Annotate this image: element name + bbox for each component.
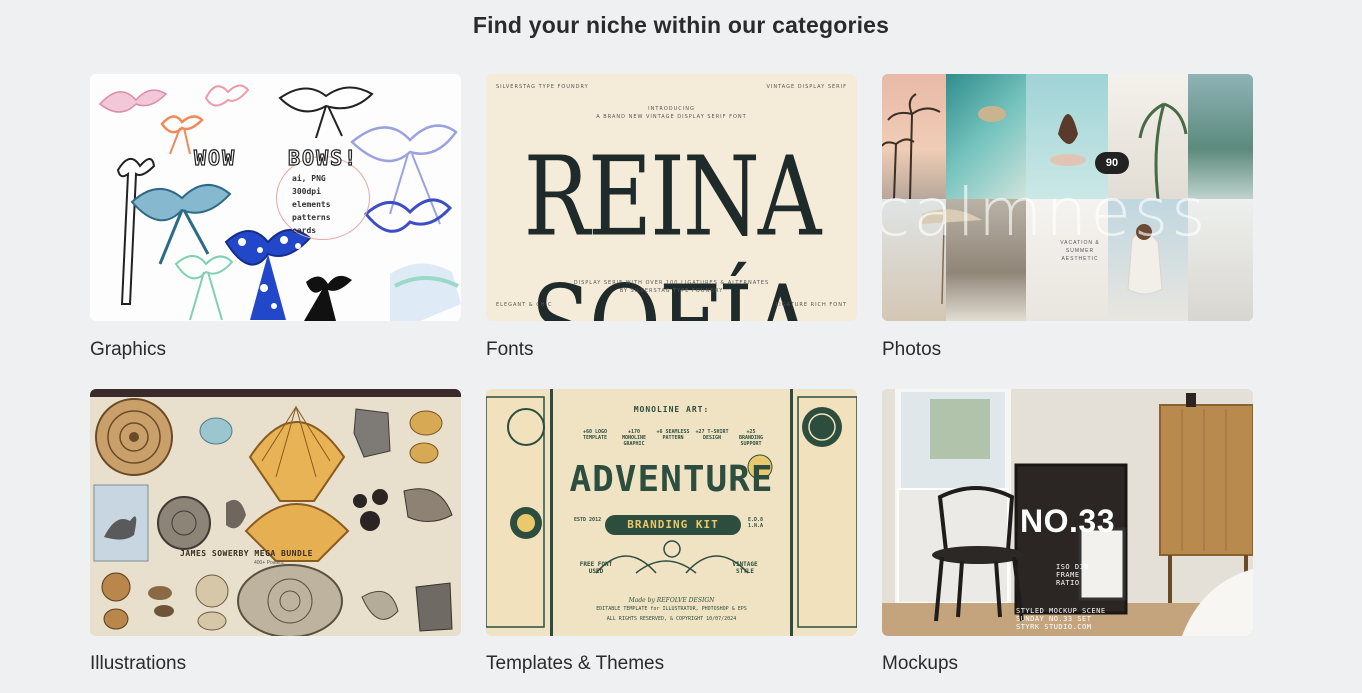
mockups-footer-line: STYLED MOCKUP SCENE — [1016, 607, 1106, 615]
category-card-graphics[interactable]: WOW BOWS! ai, PNG 300dpi elements patter… — [90, 74, 461, 360]
mockups-footer-line: STYRK STUDIO.COM — [1016, 623, 1092, 631]
fonts-bottom-left: ELEGANT & CHIC — [496, 302, 553, 308]
fonts-foundry-top: SILVERSTAG TYPE FOUNDRY — [496, 84, 589, 90]
category-label-fonts[interactable]: Fonts — [486, 339, 534, 361]
illustrations-thumbnail[interactable]: JAMES SOWERBY MEGA BUNDLE 400+ Posters — [90, 389, 461, 636]
mockups-footer-line: SUNDAY NO.33 SET — [1016, 615, 1092, 623]
templates-stats-row: +60 LOGO TEMPLATE +170 MONOLINE GRAPHIC … — [578, 429, 768, 447]
templates-free-font: FREE FONT USED — [579, 561, 613, 575]
templates-adventure-title: ADVENTURE — [569, 459, 774, 500]
templates-stat: +6 SEAMLESS PATTERN — [656, 429, 690, 441]
category-card-fonts[interactable]: SILVERSTAG TYPE FOUNDRY VINTAGE DISPLAY … — [486, 74, 857, 360]
graphics-meta-item: cards — [292, 226, 317, 235]
templates-footer-1: EDITABLE TEMPLATE for ILLUSTRATOR, PHOTO… — [596, 606, 747, 612]
fonts-subtitle: A BRAND NEW VINTAGE DISPLAY SERIF FONT — [596, 114, 747, 120]
templates-est: ESTD 2012 — [574, 517, 602, 523]
graphics-word-wow: WOW — [193, 145, 237, 170]
shells-illustration — [93, 398, 453, 636]
category-card-templates-themes[interactable]: MONOLINE ART: +60 LOGO TEMPLATE +170 MON… — [486, 389, 857, 674]
category-label-photos[interactable]: Photos — [882, 339, 941, 361]
templates-coords: E.D.8 1.N.A — [748, 517, 764, 529]
category-label-mockups[interactable]: Mockups — [882, 653, 958, 675]
photos-thumbnail[interactable]: calmness 90 VACATION & SUMMER AESTHETIC — [882, 74, 1253, 321]
photos-script-text: calmness — [882, 174, 1209, 251]
mockups-title: NO.33 — [1020, 503, 1115, 539]
templates-stat: +25 BRANDING SUPPORT — [738, 429, 764, 447]
category-label-templates-themes[interactable]: Templates & Themes — [486, 653, 664, 675]
category-label-graphics[interactable]: Graphics — [90, 339, 166, 361]
templates-made-by: Made by REFOLVE DESIGN — [628, 597, 715, 604]
graphics-meta-item: elements — [292, 200, 331, 209]
category-card-mockups[interactable]: NO.33 ISO DIN FRAME RATIO STYLED MOCKUP … — [882, 389, 1253, 674]
fonts-thumbnail[interactable]: SILVERSTAG TYPE FOUNDRY VINTAGE DISPLAY … — [486, 74, 857, 321]
fonts-bottom-right: LIGATURE RICH FONT — [775, 302, 847, 308]
category-card-photos[interactable]: calmness 90 VACATION & SUMMER AESTHETIC … — [882, 74, 1253, 360]
graphics-meta-item: ai, PNG — [292, 174, 326, 183]
mockups-iso-label: ISO DIN FRAME RATIO — [1056, 563, 1090, 587]
templates-thumbnail[interactable]: MONOLINE ART: +60 LOGO TEMPLATE +170 MON… — [486, 389, 857, 636]
category-card-illustrations[interactable]: JAMES SOWERBY MEGA BUNDLE 400+ Posters I… — [90, 389, 461, 674]
templates-stat: +27 T-SHIRT DESIGN — [695, 429, 729, 441]
mockups-footer: STYLED MOCKUP SCENE SUNDAY NO.33 SET STY… — [1016, 607, 1156, 631]
photos-caption: VACATION & SUMMER AESTHETIC — [1060, 240, 1100, 262]
illustrations-posters-count: 400+ Posters — [254, 560, 284, 566]
templates-vintage-style: VINTAGE STYLE — [732, 561, 758, 575]
fonts-style-top: VINTAGE DISPLAY SERIF — [766, 84, 847, 90]
graphics-meta-item: patterns — [292, 213, 331, 222]
fonts-by: BY SILVERSTAG TYPE FOUNDRY — [619, 288, 724, 294]
fonts-intro: INTRODUCING — [648, 106, 695, 112]
photos-badge: 90 — [1095, 152, 1129, 174]
templates-stat: +170 MONOLINE GRAPHIC — [621, 429, 647, 447]
templates-monoline-title: MONOLINE ART: — [633, 405, 710, 414]
graphics-thumbnail[interactable]: WOW BOWS! ai, PNG 300dpi elements patter… — [90, 74, 461, 321]
graphics-meta-list: ai, PNG 300dpi elements patterns cards — [292, 172, 331, 237]
templates-stat: +60 LOGO TEMPLATE — [582, 429, 608, 441]
mockups-thumbnail[interactable]: NO.33 ISO DIN FRAME RATIO STYLED MOCKUP … — [882, 389, 1253, 636]
templates-footer-2: ALL RIGHTS RESERVED, & COPYRIGHT 10/07/2… — [606, 616, 737, 622]
templates-branding-kit: BRANDING KIT — [605, 515, 741, 535]
graphics-meta-item: 300dpi — [292, 187, 321, 196]
section-heading: Find your niche within our categories — [472, 12, 890, 38]
graphics-word-bows: BOWS! — [287, 145, 359, 170]
fonts-description: DISPLAY SERIF WITH OVER 100 LIGATURES & … — [573, 280, 770, 286]
illustrations-bundle-title: JAMES SOWERBY MEGA BUNDLE — [180, 549, 313, 558]
category-label-illustrations[interactable]: Illustrations — [90, 653, 186, 675]
